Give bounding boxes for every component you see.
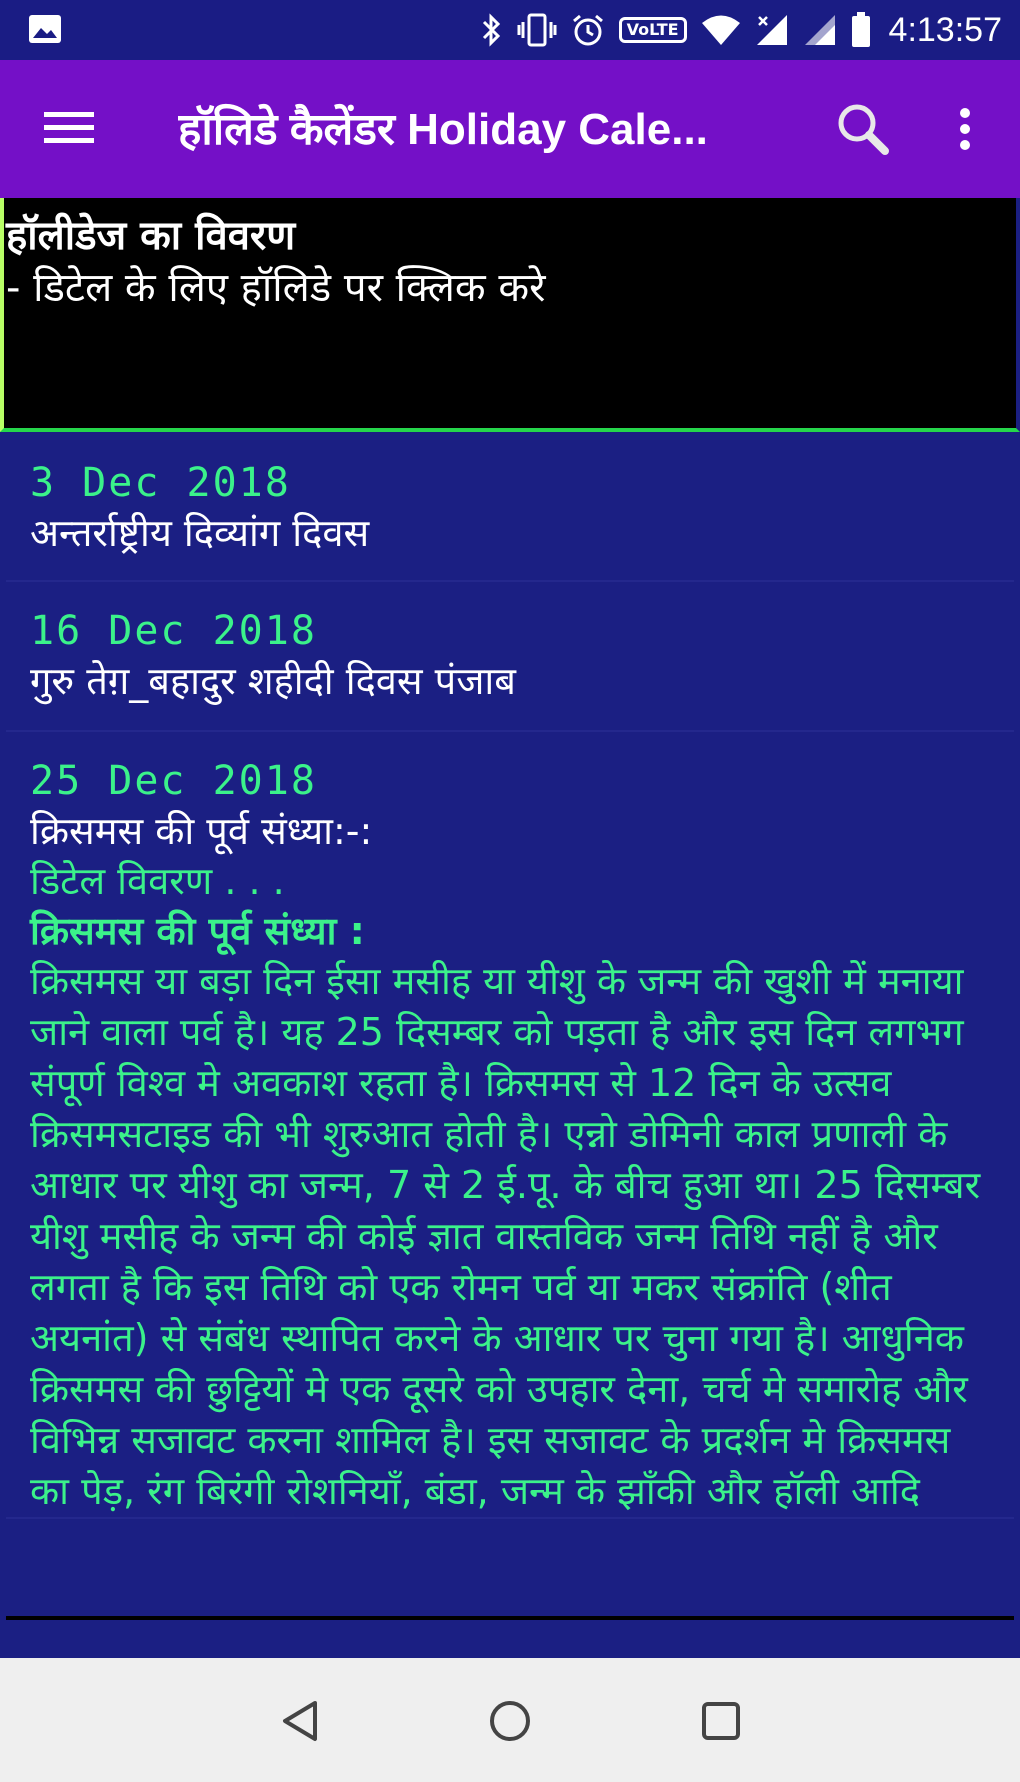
more-options-button[interactable] bbox=[940, 98, 990, 164]
search-button[interactable] bbox=[830, 98, 896, 164]
menu-button[interactable] bbox=[36, 100, 102, 160]
app-bar: हॉलिडे कैलेंडर Holiday Cale... bbox=[0, 60, 1020, 198]
detail-link[interactable]: डिटेल विवरण . . . bbox=[30, 856, 1014, 906]
list-tail bbox=[6, 1620, 1014, 1658]
list-item[interactable]: 16 Dec 2018 गुरु तेग़_बहादुर शहीदी दिवस … bbox=[6, 582, 1014, 732]
holiday-list[interactable]: 3 Dec 2018 अन्तर्राष्ट्रीय दिव्यांग दिवस… bbox=[6, 432, 1014, 1620]
navigation-bar bbox=[0, 1658, 1020, 1782]
image-icon bbox=[28, 14, 62, 44]
app-title: हॉलिडे कैलेंडर Holiday Cale... bbox=[178, 105, 708, 154]
vibrate-icon bbox=[517, 13, 557, 47]
list-item[interactable]: 25 Dec 2018 क्रिसमस की पूर्व संध्या:-: ड… bbox=[6, 732, 1014, 1519]
menu-icon bbox=[44, 108, 94, 152]
list-item[interactable]: 3 Dec 2018 अन्तर्राष्ट्रीय दिव्यांग दिवस bbox=[6, 432, 1014, 582]
info-subtitle: - डिटेल के लिए हॉलिडे पर क्लिक करे bbox=[6, 265, 546, 311]
holiday-name: अन्तर्राष्ट्रीय दिव्यांग दिवस bbox=[30, 511, 370, 555]
alarm-icon bbox=[571, 13, 605, 47]
status-time: 4:13:57 bbox=[888, 10, 1002, 49]
holiday-name: गुरु तेग़_बहादुर शहीदी दिवस पंजाब bbox=[30, 659, 516, 703]
more-vert-icon bbox=[958, 107, 972, 155]
back-button[interactable] bbox=[266, 1688, 336, 1758]
bluetooth-icon bbox=[481, 13, 503, 47]
back-icon bbox=[279, 1699, 323, 1747]
recents-icon bbox=[699, 1699, 743, 1747]
signal-icon bbox=[755, 13, 789, 47]
search-icon bbox=[835, 101, 891, 161]
signal-icon bbox=[803, 13, 837, 47]
detail-heading: क्रिसमस की पूर्व संध्या : bbox=[30, 909, 365, 953]
holiday-date: 16 Dec 2018 bbox=[30, 608, 317, 654]
info-panel: हॉलीडेज का विवरण - डिटेल के लिए हॉलिडे प… bbox=[0, 198, 1020, 432]
battery-icon bbox=[851, 12, 871, 48]
volte-icon: VoLTE bbox=[618, 17, 687, 43]
home-button[interactable] bbox=[475, 1688, 545, 1758]
holiday-name: क्रिसमस की पूर्व संध्या:-: bbox=[30, 809, 373, 853]
holiday-date: 25 Dec 2018 bbox=[30, 758, 317, 804]
status-bar: VoLTE 4:13:57 bbox=[0, 0, 1020, 60]
recents-button[interactable] bbox=[686, 1688, 756, 1758]
holiday-date: 3 Dec 2018 bbox=[30, 460, 291, 506]
home-icon bbox=[488, 1699, 532, 1747]
detail-body: क्रिसमस या बड़ा दिन ईसा मसीह या यीशु के … bbox=[30, 959, 981, 1513]
wifi-icon bbox=[701, 14, 741, 46]
info-title: हॉलीडेज का विवरण bbox=[6, 213, 296, 259]
